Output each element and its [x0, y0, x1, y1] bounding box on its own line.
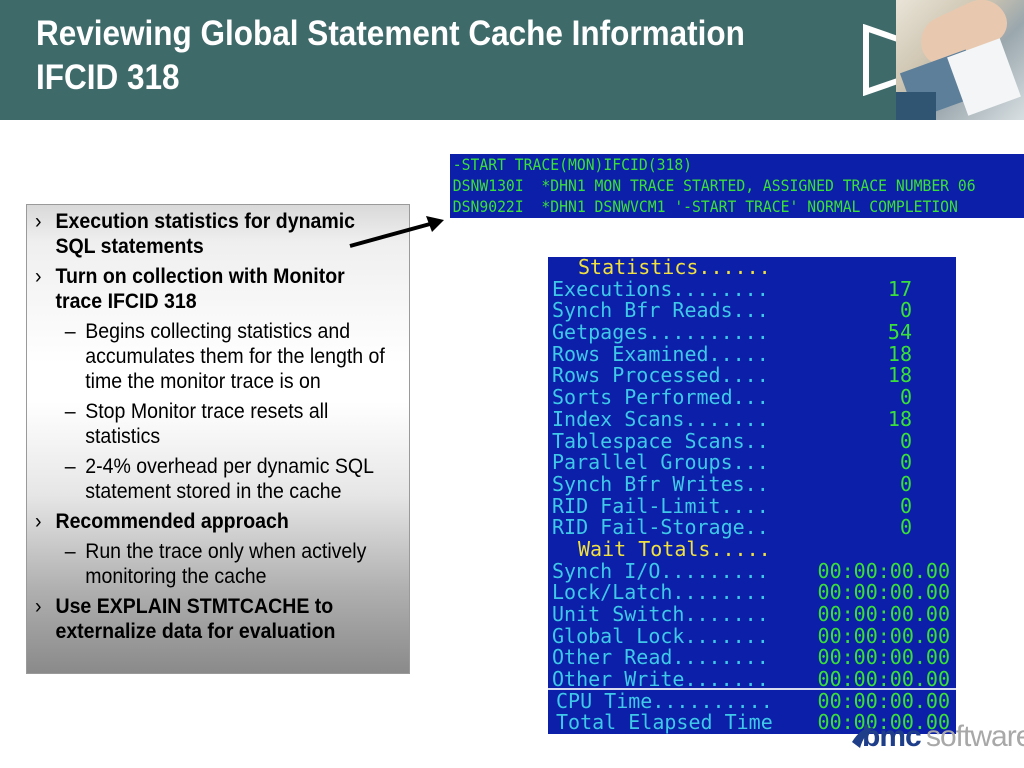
- stat-row: Tablespace Scans.. 0: [552, 428, 912, 453]
- pointer-arrow-icon: [349, 216, 444, 248]
- stats-terminal: Statistics...... Executions........ 17 Sy…: [548, 257, 956, 734]
- stat-row: Synch Bfr Reads... 0: [552, 298, 912, 323]
- logo-brand: bmc: [862, 720, 922, 753]
- trace-terminal: -START TRACE(MON)IFCID(318) DSNW130I *DH…: [450, 154, 1024, 218]
- sub-bullet-item: – Run the trace only when actively monito…: [64, 540, 367, 588]
- trace-command-line: -START TRACE(MON)IFCID(318): [452, 155, 693, 174]
- bullet-item: › Recommended approach: [35, 510, 289, 533]
- wait-row: Global Lock....... 00:00:00.00: [552, 623, 950, 648]
- logo-suffix: software: [926, 720, 1024, 753]
- stats-header: Statistics......: [578, 257, 771, 279]
- stat-row: RID Fail-Limit.... 0: [552, 493, 912, 518]
- trace-message-line: DSNW130I *DHN1 MON TRACE STARTED, ASSIGN…: [452, 176, 976, 195]
- stat-row: Parallel Groups... 0: [552, 450, 912, 475]
- bullet-panel: › Execution statistics for dynamic SQL st…: [26, 204, 410, 674]
- bullet-item: › Turn on collection with Monitor trace I…: [35, 265, 345, 313]
- slide-title-line2: IFCID 318: [36, 58, 180, 97]
- slide-title-line1: Reviewing Global Statement Cache Informa…: [36, 14, 745, 53]
- wait-row: Other Read........ 00:00:00.00: [552, 645, 950, 670]
- wait-row: Lock/Latch........ 00:00:00.00: [552, 580, 950, 605]
- bullet-item: › Use EXPLAIN STMTCACHE to externalize da…: [35, 595, 336, 643]
- wait-row: Synch I/O......... 00:00:00.00: [552, 558, 950, 583]
- bullet-list: › Execution statistics for dynamic SQL st…: [35, 209, 405, 644]
- cpu-time-row: CPU Time.......... 00:00:00.00: [556, 688, 950, 713]
- slide-header: Reviewing Global Statement Cache Informa…: [0, 0, 1024, 120]
- slide-title: Reviewing Global Statement Cache Informa…: [36, 12, 756, 100]
- sub-bullet-item: –2-4% overhead per dynamic SQL statement…: [64, 455, 374, 503]
- sub-bullet-item: – Begins collecting statistics and accumu…: [64, 320, 385, 393]
- stat-row: Getpages.......... 54: [552, 320, 912, 345]
- stat-row: Index Scans....... 18: [552, 406, 912, 431]
- stat-row: Synch Bfr Writes.. 0: [552, 471, 912, 496]
- sub-bullet-item: – Stop Monitor trace resets all statistic…: [64, 400, 329, 448]
- bullet-item: › Execution statistics for dynamic SQL st…: [35, 210, 356, 258]
- wait-row: Unit Switch....... 00:00:00.00: [552, 602, 950, 626]
- stat-row: RID Fail-Storage.. 0: [552, 515, 912, 540]
- header-photo: [896, 0, 1024, 120]
- stat-row: Rows Examined..... 18: [552, 341, 912, 366]
- stats-header-row: Statistics......: [548, 257, 956, 279]
- stat-row: Executions........ 17: [552, 276, 912, 301]
- stat-row: Sorts Performed... 0: [552, 385, 912, 410]
- bmc-software-logo: bmc software: [850, 712, 1024, 762]
- stat-row: Rows Processed.... 18: [552, 363, 912, 388]
- wait-header-row: Wait Totals.....: [548, 536, 956, 561]
- trace-message-line: DSN9022I *DHN1 DSNWVCM1 '-START TRACE' N…: [452, 197, 958, 216]
- wait-header: Wait Totals.....: [578, 536, 771, 561]
